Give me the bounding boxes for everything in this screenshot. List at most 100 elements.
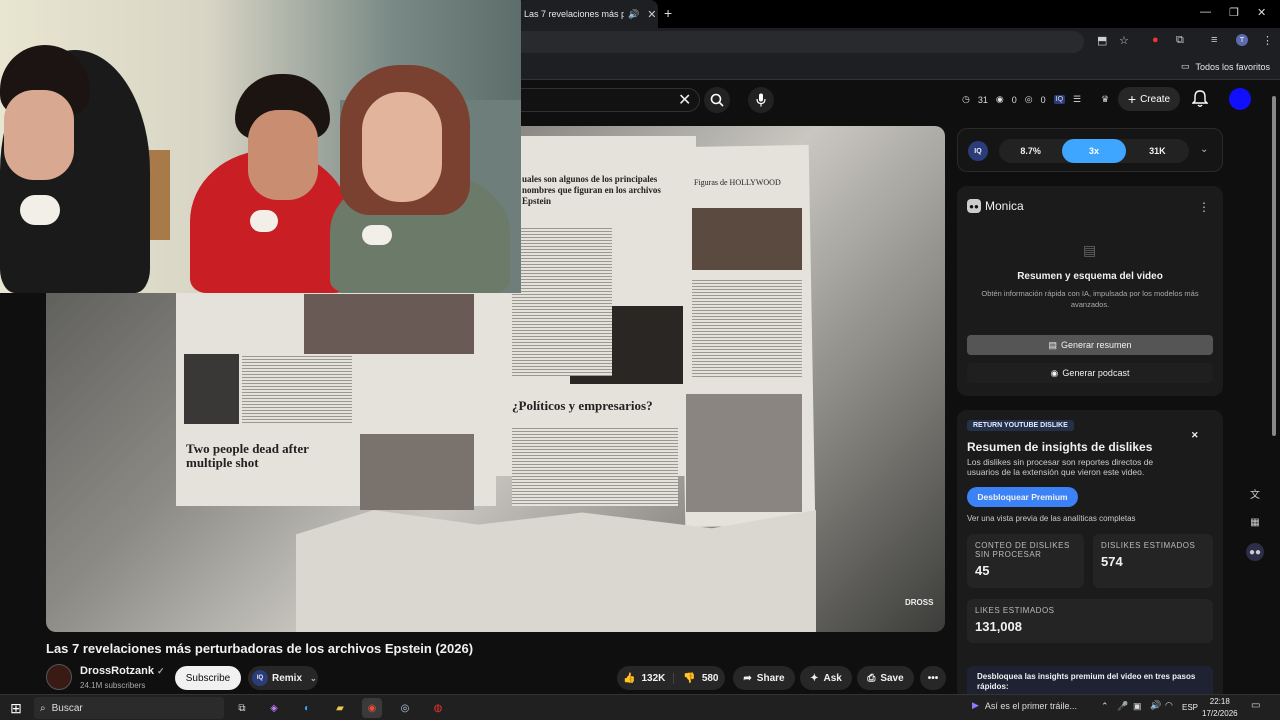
more-actions-button[interactable]: ••• [920,666,946,690]
food-item-right [362,225,392,245]
news-icon: ▶ [972,700,979,710]
recording-app-icon[interactable]: ◍ [428,698,448,718]
tray-volume-icon[interactable]: 🔊 [1150,700,1161,711]
copilot-icon[interactable]: ◈ [264,698,284,718]
remix-button[interactable]: IQ Remix ⌄ [248,666,318,690]
list-icon[interactable]: ☰ [1073,94,1081,105]
speaker-icon[interactable]: 🔊 [628,9,639,20]
estimated-dislikes-value: 574 [1101,554,1123,569]
clear-search-icon[interactable]: ✕ [678,90,691,110]
iq-segment-3[interactable]: 31K [1126,139,1189,163]
ask-label: Ask [823,672,842,684]
all-bookmarks[interactable]: ▭ Todos los favoritos [1181,61,1270,72]
unlock-premium-button[interactable]: Desbloquear Premium [967,487,1078,507]
channel-avatar[interactable] [46,664,72,690]
microphone-icon [756,93,766,107]
ryd-close-icon[interactable]: ✕ [1191,430,1199,441]
photo-hollywood [692,208,802,270]
profile-icon[interactable]: T [1236,34,1248,46]
tab-title: Las 7 revelaciones más perturbadoras [524,9,624,19]
stat-views: 0 [1040,94,1046,105]
generate-summary-button[interactable]: ▤ Generar resumen [967,335,1213,355]
subscribe-button[interactable]: Subscribe [175,666,241,690]
browser-tab-active[interactable]: Las 7 revelaciones más perturbadoras 🔊 ✕ [516,0,658,28]
chrome-icon[interactable]: ◉ [362,698,382,718]
share-button[interactable]: ➦ Share [733,666,795,690]
monica-heading: Resumen y esquema del video [1017,271,1163,282]
notifications-center-icon[interactable]: ▭ [1251,700,1260,711]
close-window-icon[interactable]: ✕ [1257,6,1266,19]
tray-wifi-icon[interactable]: ◠ [1165,700,1173,711]
like-dislike-group: 👍 132K 👎 580 [617,666,725,690]
article-columns-bottom [512,426,678,506]
all-bookmarks-label: Todos los favoritos [1195,61,1270,72]
extension-red-icon[interactable]: ● [1152,34,1159,46]
voice-search-button[interactable] [748,87,774,113]
monica-menu-icon[interactable]: ⋮ [1198,200,1210,214]
tray-chevron-icon[interactable]: ⌃ [1101,701,1109,712]
user-avatar[interactable] [1229,88,1251,110]
create-button[interactable]: + Create [1118,87,1180,111]
dislike-button[interactable]: 👎 580 [679,673,718,684]
language-indicator[interactable]: ESP [1182,703,1198,712]
subscriber-count: 24.1M subscribers [80,681,146,690]
install-app-icon[interactable]: ⬒ [1097,34,1107,47]
channel-name[interactable]: DrossRotzank ✓ [80,665,165,677]
estimated-likes-value: 131,008 [975,619,1022,634]
apps-grid-icon[interactable]: ▦ [1246,513,1264,531]
generate-podcast-button[interactable]: ◉ Generar podcast [967,363,1213,383]
extensions-puzzle-icon[interactable]: ⧉ [1176,34,1184,47]
edge-icon[interactable]: ◐ [297,698,317,718]
podcast-icon: ◉ [1050,367,1059,378]
like-button[interactable]: 👍 132K [623,672,675,684]
headline-top: uales son algunos de los principales nom… [522,174,661,206]
notifications-bell-icon[interactable] [1192,90,1208,108]
windows-start-icon[interactable]: ⊞ [6,698,26,718]
iq-ext-icon[interactable]: IQ [1053,95,1066,104]
menu-kebab-icon[interactable]: ⋮ [1262,34,1273,47]
taskbar-news-widget[interactable]: ▶ Así es el primer tráile... [972,700,1077,711]
close-tab-icon[interactable]: ✕ [647,8,656,21]
trophy-icon[interactable]: ♛ [1101,94,1109,105]
share-label: Share [756,672,785,684]
taskbar-clock[interactable]: 22:18 17/2/2026 [1202,696,1238,720]
ask-button[interactable]: ✦ Ask [800,666,852,690]
translate-icon[interactable]: 文 [1246,484,1264,502]
iq-segment-1[interactable]: 8.7% [999,139,1062,163]
iq-expand-chevron-icon[interactable]: ⌄ [1200,144,1208,155]
verified-icon: ✓ [157,666,165,676]
steam-icon[interactable]: ◎ [395,698,415,718]
thumbs-up-icon: 👍 [623,672,636,684]
iq-segment-2[interactable]: 3x [1062,139,1126,163]
raw-dislikes-value: 45 [975,563,990,578]
search-button[interactable] [704,87,730,113]
task-view-icon[interactable]: ⧉ [232,698,252,718]
taskbar-search[interactable]: ⌕ Buscar [34,697,224,719]
monica-sidebar-icon[interactable]: ●● [1246,543,1264,561]
news-text: Así es el primer tráile... [984,700,1077,711]
media-control-icon[interactable]: ≡ [1211,34,1217,46]
monica-header: ●● Monica [967,199,1024,213]
stat-watch-time: 31 [977,94,988,105]
save-button[interactable]: ⎙ Save [857,666,914,690]
minimize-icon[interactable]: — [1200,6,1211,18]
scroll-thumb[interactable] [1272,96,1276,436]
thumbs-down-icon: 👎 [683,672,696,684]
document-icon: ▤ [1083,242,1097,258]
politicos-headline: ¿Políticos y empresarios? [512,398,653,413]
search-icon [710,93,724,107]
iq-logo: IQ [968,141,988,161]
estimated-likes-label: LIKES ESTIMADOS [975,606,1055,615]
bookmark-star-icon[interactable]: ☆ [1119,34,1129,47]
tray-device-icon[interactable]: ▣ [1133,701,1142,712]
tray-mic-icon[interactable]: 🎤 [1117,701,1128,712]
estimated-likes-card: LIKES ESTIMADOS 131,008 [967,599,1213,643]
stat-eye: 0 [1011,94,1017,105]
restore-icon[interactable]: ❐ [1229,6,1239,19]
search-input[interactable] [520,88,700,112]
file-explorer-icon[interactable]: ▰ [330,698,350,718]
preview-analytics-link[interactable]: Ver una vista previa de las analíticas c… [967,514,1136,523]
new-tab-icon[interactable]: + [664,5,672,21]
photo-figure-left [184,354,239,424]
page-scrollbar[interactable] [1270,92,1278,688]
